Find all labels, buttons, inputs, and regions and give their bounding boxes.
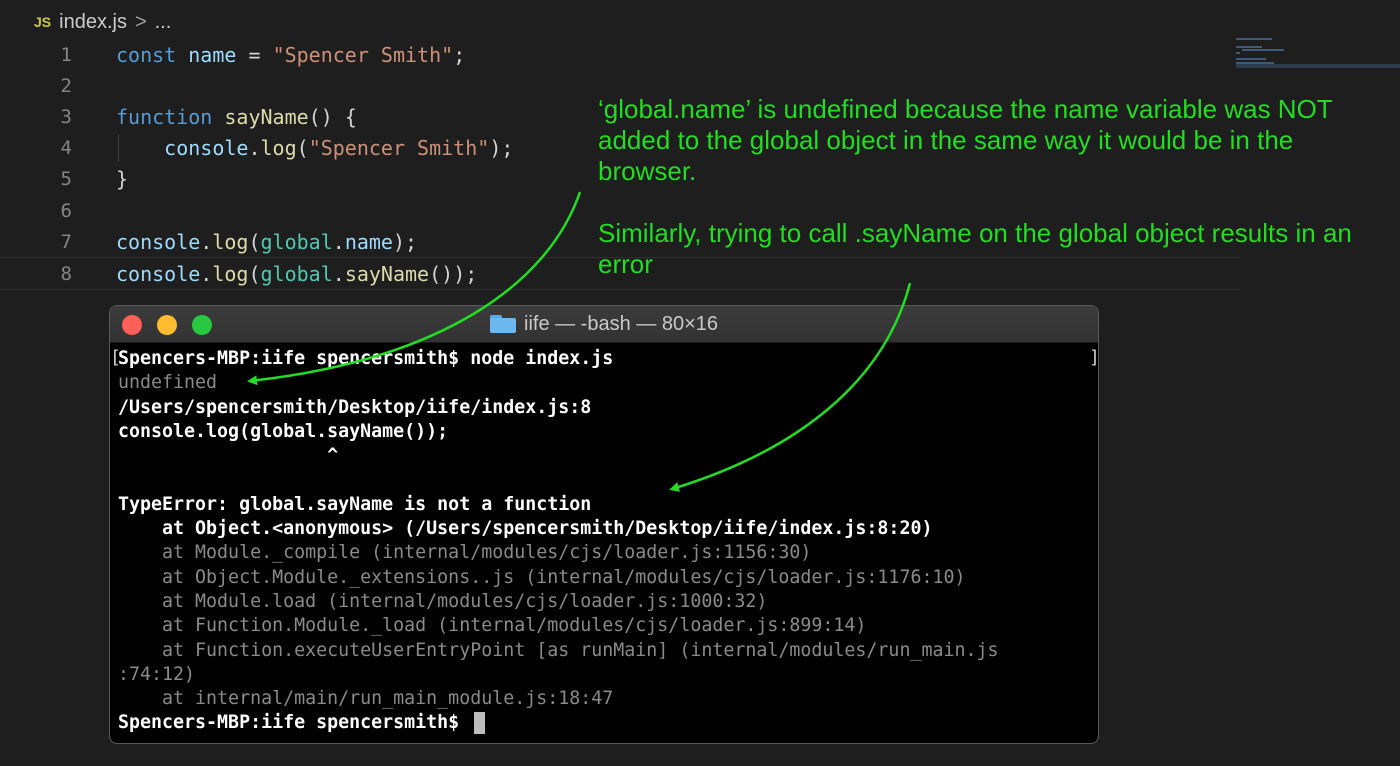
- code-token: sayName: [224, 104, 309, 129]
- code-token: global: [260, 261, 333, 286]
- code-token: log: [212, 229, 249, 254]
- code-text[interactable]: console.log(global.sayName());: [116, 262, 477, 286]
- terminal-line: at Function.Module._load (internal/modul…: [118, 614, 1098, 638]
- terminal-title: iife — -bash — 80×16: [110, 306, 1098, 342]
- code-token: );: [392, 229, 418, 254]
- code-text[interactable]: console.log(global.name);: [116, 230, 417, 254]
- line-number: 7: [60, 230, 72, 253]
- line-number: 2: [60, 74, 72, 97]
- code-text[interactable]: function sayName() {: [116, 105, 357, 129]
- terminal-line-text: /Users/spencersmith/Desktop/iife/index.j…: [118, 396, 592, 418]
- line-number: 4: [60, 137, 72, 160]
- code-token: ;: [453, 42, 466, 67]
- code-token: log: [212, 261, 249, 286]
- code-token: );: [489, 136, 514, 161]
- terminal-line-text: at Object.<anonymous> (/Users/spencersmi…: [118, 518, 933, 540]
- code-token: (: [248, 261, 261, 286]
- terminal-line-text: at Module._compile (internal/modules/cjs…: [118, 542, 812, 564]
- line-number: 8: [60, 262, 72, 285]
- code-token: ());: [429, 261, 478, 286]
- terminal-line: at Module._compile (internal/modules/cjs…: [118, 541, 1098, 565]
- code-token: .: [332, 229, 345, 254]
- terminal-line-text: at Function.Module._load (internal/modul…: [118, 615, 867, 637]
- indent-guide: [118, 134, 119, 162]
- terminal-line-text: Spencers-MBP:iife spencersmith$: [118, 712, 471, 734]
- code-token: log: [260, 136, 297, 161]
- code-token: (: [296, 136, 309, 161]
- code-token: name: [188, 42, 237, 67]
- line-number: 3: [60, 105, 72, 128]
- terminal-output[interactable]: Spencers-MBP:iife spencersmith$ node ind…: [110, 343, 1098, 736]
- terminal-line: TypeError: global.sayName is not a funct…: [118, 493, 1098, 517]
- terminal-line: Spencers-MBP:iife spencersmith$: [118, 711, 1098, 735]
- code-token: () {: [308, 104, 357, 129]
- code-token: global: [260, 229, 333, 254]
- terminal-line: console.log(global.sayName());: [118, 420, 1098, 444]
- terminal-line: at internal/main/run_main_module.js:18:4…: [118, 687, 1098, 711]
- breadcrumb-more[interactable]: ...: [155, 11, 172, 34]
- terminal-window[interactable]: iife — -bash — 80×16 [ ] Spencers-MBP:ii…: [109, 305, 1099, 744]
- terminal-titlebar[interactable]: iife — -bash — 80×16: [110, 306, 1098, 343]
- code-token: "Spencer Smith": [308, 136, 490, 161]
- terminal-line-text: console.log(global.sayName());: [118, 420, 449, 442]
- code-token: console: [164, 136, 249, 161]
- editor-breadcrumb[interactable]: JS index.js > ...: [34, 8, 171, 36]
- code-token: =: [236, 42, 273, 67]
- annotation-paragraph-1: ‘global.name’ is undefined because the n…: [598, 94, 1333, 186]
- javascript-file-icon: JS: [34, 14, 52, 30]
- terminal-line-text: at Module.load (internal/modules/cjs/loa…: [118, 590, 768, 612]
- code-text[interactable]: console.log("Spencer Smith");: [116, 136, 513, 160]
- code-line[interactable]: 1 const name = "Spencer Smith";: [0, 39, 1240, 70]
- terminal-title-text: iife — -bash — 80×16: [524, 312, 718, 335]
- terminal-line-text: ^: [118, 445, 339, 467]
- terminal-line-text: Spencers-MBP:iife spencersmith$ node ind…: [118, 348, 614, 369]
- code-token: }: [116, 167, 129, 192]
- code-token: "Spencer Smith": [272, 42, 454, 67]
- terminal-line: :74:12): [118, 663, 1098, 687]
- code-token: .: [200, 229, 213, 254]
- folder-icon: [490, 315, 516, 333]
- terminal-line-text: at Function.executeUserEntryPoint [as ru…: [118, 639, 999, 661]
- code-token: console: [116, 261, 201, 286]
- terminal-line: at Object.<anonymous> (/Users/spencersmi…: [118, 517, 1098, 541]
- breadcrumb-file[interactable]: index.js: [59, 11, 127, 34]
- terminal-line: at Module.load (internal/modules/cjs/loa…: [118, 590, 1098, 614]
- terminal-line-text: at Object.Module._extensions..js (intern…: [118, 566, 966, 588]
- terminal-line: Spencers-MBP:iife spencersmith$ node ind…: [118, 347, 1098, 371]
- terminal-line: undefined: [118, 371, 1098, 395]
- line-number: 6: [60, 199, 72, 222]
- code-token: const: [116, 42, 177, 67]
- terminal-line-text: TypeError: global.sayName is not a funct…: [118, 493, 592, 515]
- terminal-line: ^: [118, 444, 1098, 468]
- terminal-line-text: at internal/main/run_main_module.js:18:4…: [118, 688, 614, 710]
- code-token: .: [200, 261, 213, 286]
- code-text[interactable]: const name = "Spencer Smith";: [116, 43, 465, 67]
- terminal-line: /Users/spencersmith/Desktop/iife/index.j…: [118, 396, 1098, 420]
- code-token: console: [116, 229, 201, 254]
- code-token: .: [248, 136, 261, 161]
- terminal-line: at Object.Module._extensions..js (intern…: [118, 566, 1098, 590]
- line-number: 5: [60, 168, 72, 191]
- terminal-line: at Function.executeUserEntryPoint [as ru…: [118, 639, 1098, 663]
- line-number: 1: [60, 43, 72, 66]
- code-token: (: [248, 229, 261, 254]
- annotation-text: ‘global.name’ is undefined because the n…: [598, 94, 1388, 280]
- code-token: name: [344, 229, 393, 254]
- terminal-line-text: :74:12): [118, 663, 196, 685]
- code-text[interactable]: }: [116, 167, 128, 191]
- code-token: function: [116, 104, 213, 129]
- terminal-line-text: undefined: [118, 372, 218, 394]
- code-token: sayName: [344, 261, 430, 286]
- chevron-right-icon: >: [134, 10, 147, 33]
- terminal-cursor[interactable]: [474, 712, 486, 735]
- minimap-slider[interactable]: [1236, 64, 1400, 68]
- code-token: .: [332, 261, 345, 286]
- annotation-paragraph-2: Similarly, trying to call .sayName on th…: [598, 218, 1352, 279]
